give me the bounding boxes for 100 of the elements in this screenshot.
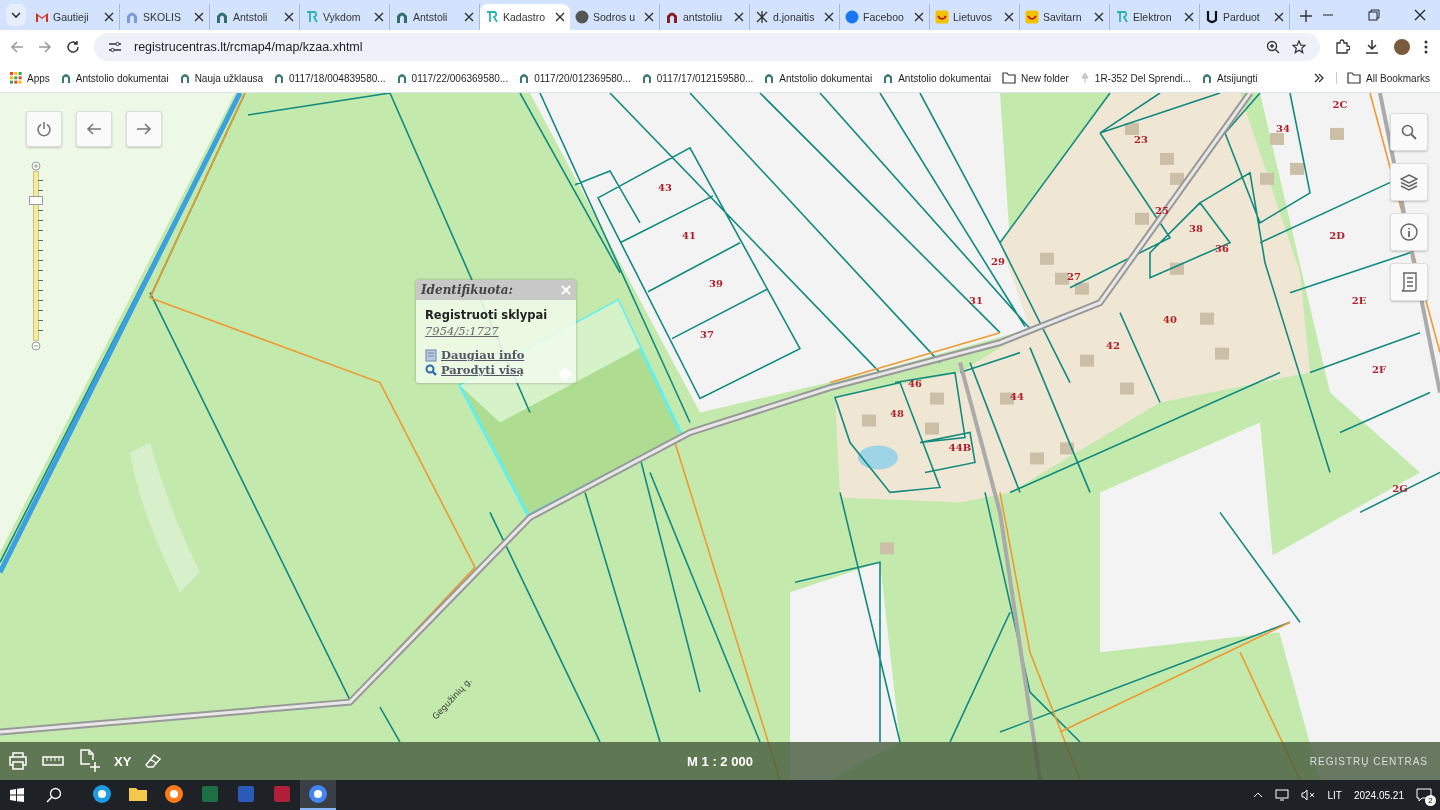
tab-title: Faceboo xyxy=(863,11,905,23)
bookmark-link[interactable]: Nauja užklausa xyxy=(179,72,263,84)
chevron-up-icon[interactable] xyxy=(1253,792,1264,798)
bookmark-link[interactable]: Antstolio dokumentai xyxy=(60,72,169,84)
search-icon[interactable] xyxy=(46,787,62,803)
print-icon[interactable] xyxy=(8,752,28,770)
close-icon[interactable] xyxy=(1414,9,1426,21)
bookmark-link[interactable]: 0117/17/012159580... xyxy=(641,72,754,84)
windows-start-icon[interactable] xyxy=(10,788,24,802)
language-indicator[interactable]: LIT xyxy=(1327,789,1342,801)
download-icon[interactable] xyxy=(1364,39,1380,55)
parcel-number: 44B xyxy=(948,442,972,454)
bookmark-link[interactable]: 1R-352 Del Sprendi... xyxy=(1079,72,1191,84)
close-icon[interactable] xyxy=(374,12,384,22)
bookmark-link[interactable]: New folder xyxy=(1002,72,1069,84)
parcel-number: 36 xyxy=(1215,242,1229,254)
close-icon[interactable] xyxy=(284,12,294,22)
popup-link[interactable]: Parodyti visą xyxy=(441,363,524,377)
layer-name: Registruoti sklypai xyxy=(425,308,549,322)
arch-icon xyxy=(179,72,190,84)
profile-avatar[interactable] xyxy=(1394,39,1410,55)
bookmark-link[interactable]: Antstolio dokumentai xyxy=(764,72,873,84)
parcel-id-link[interactable]: 7954/5:1727 xyxy=(425,324,567,338)
ruler-icon[interactable] xyxy=(42,755,64,767)
tab-title: Sodros u xyxy=(593,11,637,23)
clock-date[interactable]: 2024.05.21 xyxy=(1353,789,1404,801)
legend-button[interactable] xyxy=(1390,263,1428,301)
arch-icon xyxy=(1202,72,1212,84)
close-icon[interactable] xyxy=(734,12,744,22)
close-icon[interactable] xyxy=(104,12,114,22)
folder-icon xyxy=(1002,72,1016,84)
all-bookmarks-button[interactable]: All Bookmarks xyxy=(1336,72,1430,84)
reload-icon[interactable] xyxy=(66,40,80,54)
forward-button[interactable] xyxy=(126,111,162,147)
close-icon[interactable] xyxy=(1094,12,1104,22)
parcel-number: 29 xyxy=(991,255,1005,267)
arch-icon xyxy=(764,72,775,84)
browser-tab[interactable]: Kadastro xyxy=(480,4,570,30)
bookmark-link[interactable]: Antstolio dokumentai xyxy=(883,72,991,84)
app-icon xyxy=(164,784,184,804)
bookmark-link[interactable]: Atsijungti xyxy=(1202,72,1258,84)
info-button[interactable] xyxy=(1390,213,1428,251)
layers-icon xyxy=(1400,173,1418,191)
puzzle-icon[interactable] xyxy=(1334,39,1350,55)
zoom-out-icon[interactable] xyxy=(31,341,41,351)
close-icon[interactable] xyxy=(1004,12,1014,22)
more-bookmarks-icon[interactable] xyxy=(1313,72,1326,84)
menu-icon[interactable] xyxy=(1424,40,1428,54)
back-icon[interactable] xyxy=(10,40,24,54)
speaker-muted-icon[interactable] xyxy=(1301,789,1316,801)
close-icon[interactable] xyxy=(1274,12,1284,22)
parcel-number: 2D xyxy=(1329,229,1345,241)
star-icon[interactable] xyxy=(1292,40,1306,54)
bookmark-link[interactable]: 0117/22/006369580... xyxy=(396,72,509,84)
bookmark-link[interactable]: 0117/18/004839580... xyxy=(274,72,386,84)
close-icon[interactable] xyxy=(1184,12,1194,22)
notification-count: 2 xyxy=(1425,795,1436,806)
close-icon[interactable] xyxy=(644,12,654,22)
forward-icon[interactable] xyxy=(38,40,52,54)
favicon-icon xyxy=(485,10,499,24)
add-document-icon[interactable] xyxy=(78,749,100,773)
pin-icon xyxy=(1079,72,1090,84)
notification-button[interactable]: 2 xyxy=(1416,788,1432,802)
close-icon[interactable] xyxy=(824,12,834,22)
popup-link[interactable]: Daugiau info xyxy=(441,348,525,362)
tab-title: Savitarn xyxy=(1043,11,1083,23)
favicon-icon xyxy=(755,10,769,24)
monitor-icon[interactable] xyxy=(1275,789,1290,801)
parcel-number: 43 xyxy=(658,181,672,193)
zoom-icon[interactable] xyxy=(1266,40,1280,54)
tab-search-button[interactable] xyxy=(6,4,26,26)
arch-icon xyxy=(641,72,652,84)
parcel-number: 31 xyxy=(969,294,983,306)
url-text: registrucentras.lt/rcmap4/map/kzaa.xhtml xyxy=(134,40,363,54)
bookmark-link[interactable]: 0117/20/012369580... xyxy=(519,72,631,84)
parcel-number: 23 xyxy=(1134,133,1148,145)
bookmark-link[interactable]: Apps xyxy=(10,72,50,84)
close-icon[interactable] xyxy=(464,12,474,22)
new-tab-icon[interactable] xyxy=(1300,10,1312,22)
eraser-icon[interactable] xyxy=(145,754,162,768)
layers-button[interactable] xyxy=(1390,163,1428,201)
parcel-number: 39 xyxy=(709,277,723,289)
back-button[interactable] xyxy=(76,111,112,147)
search-button[interactable] xyxy=(1390,113,1428,151)
close-icon[interactable] xyxy=(555,12,565,22)
scroll-icon xyxy=(1400,272,1418,292)
address-bar[interactable]: registrucentras.lt/rcmap4/map/kzaa.xhtml xyxy=(94,33,1320,61)
close-icon[interactable] xyxy=(194,12,204,22)
parcel-number: 2F xyxy=(1371,363,1387,375)
tab-title: Antstoli xyxy=(233,11,269,23)
parcel-number: 2C xyxy=(1332,99,1348,110)
restore-icon[interactable] xyxy=(1368,9,1380,21)
close-icon[interactable] xyxy=(914,12,924,22)
taskbar-app[interactable] xyxy=(300,780,336,810)
zoom-slider-handle[interactable] xyxy=(29,196,43,205)
site-settings-icon[interactable] xyxy=(108,40,122,54)
zoom-in-icon[interactable] xyxy=(31,161,41,171)
coordinates-button[interactable]: XY xyxy=(114,753,132,769)
app-icon xyxy=(308,784,328,804)
power-button[interactable] xyxy=(26,111,62,147)
